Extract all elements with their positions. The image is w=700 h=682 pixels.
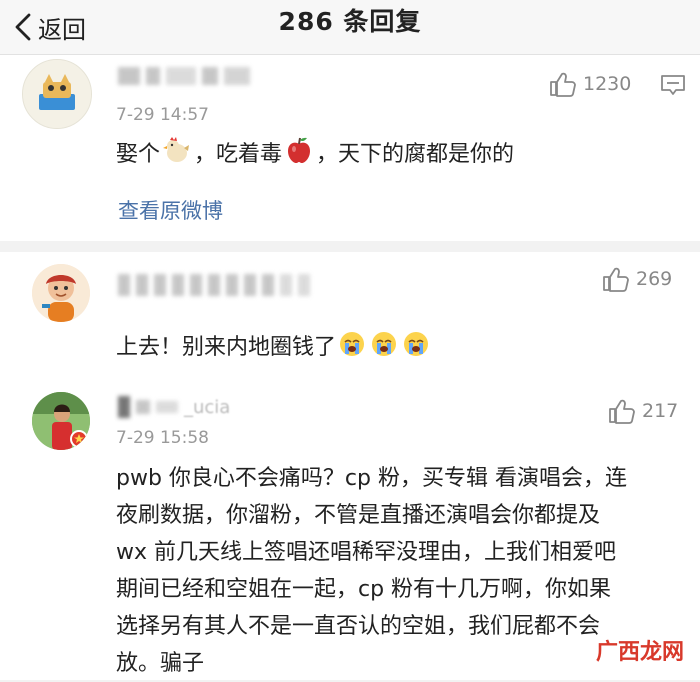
- comment-text: 上去！别来内地圈钱了: [116, 329, 432, 366]
- comment-time: 7-29 15:58: [116, 428, 209, 448]
- more-options-icon[interactable]: [660, 74, 686, 96]
- view-original-weibo-link[interactable]: 查看原微博: [118, 195, 223, 225]
- comment-line: wx 前几天线上签唱还唱稀罕没理由，上我们相爱吧: [116, 540, 617, 565]
- chicken-emoji: [163, 137, 190, 162]
- crying-emoji: [372, 332, 397, 356]
- like-count: 217: [642, 400, 679, 422]
- comment-line: pwb 你良心不会痛吗？cp 粉，买专辑 看演唱会，连: [116, 466, 627, 491]
- like-count: 269: [636, 268, 673, 290]
- comment-card: _ucia 7-29 15:58 217 pwb 你良心不会痛吗？cp 粉，买专…: [0, 384, 700, 680]
- thumbs-up-icon: [609, 399, 635, 424]
- avatar[interactable]: [22, 59, 92, 129]
- like-button[interactable]: 1230: [549, 71, 631, 97]
- comment-text: 娶个 ，吃着毒 ，天下的腐都是你的: [116, 135, 514, 173]
- emoji-group: [336, 332, 432, 360]
- username-blurred: _ucia: [118, 396, 230, 418]
- comment-time: 7-29 14:57: [116, 105, 209, 125]
- nav-header: 返回 286 条回复: [0, 0, 700, 55]
- comment-line: 夜刷数据，你溜粉，不管是直播还演唱会你都提及: [116, 503, 601, 528]
- thumbs-up-icon: [550, 72, 576, 97]
- crying-emoji: [404, 332, 429, 356]
- page-title: 286 条回复: [278, 7, 422, 36]
- like-button[interactable]: 217: [608, 398, 678, 424]
- crying-emoji: [340, 332, 365, 356]
- like-count: 1230: [583, 73, 632, 95]
- username-visible-part: _ucia: [184, 396, 231, 418]
- username-blurred: [118, 65, 250, 87]
- watermark-text: 广西龙网: [595, 639, 684, 664]
- avatar[interactable]: [32, 264, 90, 322]
- like-button[interactable]: 269: [602, 266, 672, 292]
- apple-emoji: [288, 137, 311, 163]
- thumbs-up-icon: [603, 267, 629, 292]
- username-blurred: [118, 274, 310, 296]
- comment-line: 期间已经和空姐在一起，cp 粉有十几万啊，你如果: [116, 577, 612, 602]
- avatar[interactable]: [32, 392, 90, 450]
- comment-card: 7-29 14:57 1230 娶个 ，吃着毒 ，天下的腐都是你的 查看原微博: [0, 55, 700, 241]
- comment-card: 269 上去！别来内地圈钱了: [0, 252, 700, 384]
